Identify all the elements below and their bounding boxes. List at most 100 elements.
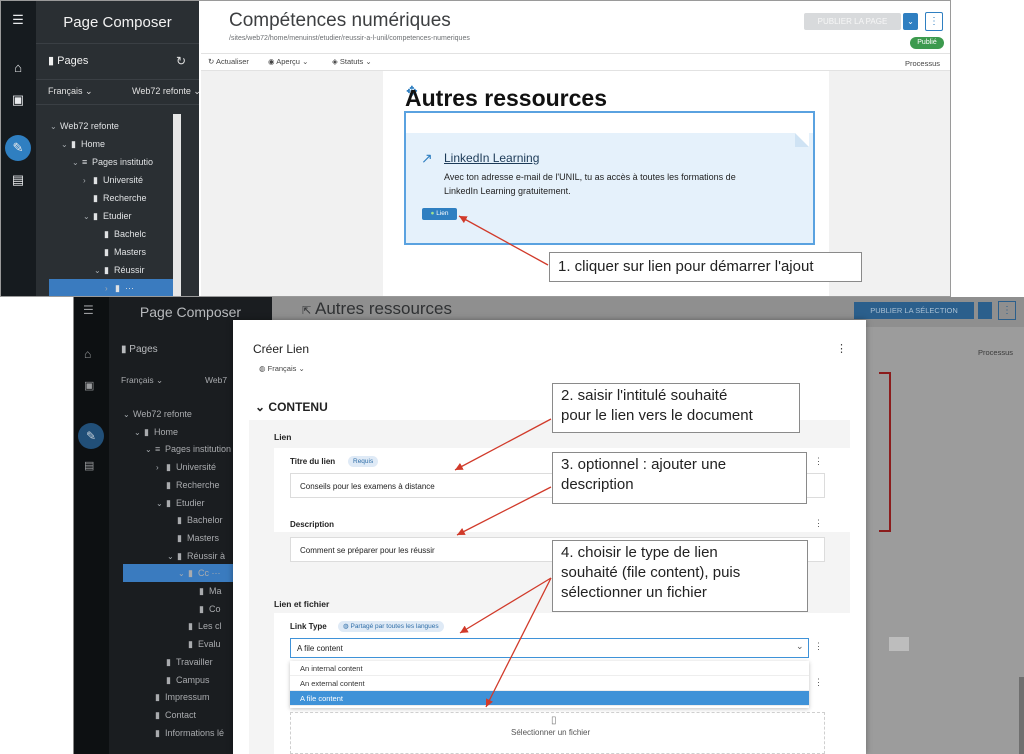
tree-item-label: ··· bbox=[125, 283, 134, 293]
chevron-down-icon[interactable]: ⌄ bbox=[83, 208, 93, 225]
language-select[interactable]: Français ⌄ bbox=[121, 375, 163, 386]
layers-icon: ◈ bbox=[332, 57, 338, 66]
chevron-down-icon[interactable]: ⌄ bbox=[61, 136, 71, 153]
option-external-content[interactable]: An external content bbox=[290, 676, 809, 691]
page-icon: ▮ bbox=[121, 344, 127, 355]
option-file-content[interactable]: A file content bbox=[290, 691, 809, 706]
chevron-down-icon[interactable]: ⌄ bbox=[72, 154, 82, 171]
field-menu-icon[interactable]: ⋮ bbox=[814, 677, 823, 688]
tree-item[interactable]: ▮ Recherche bbox=[83, 189, 173, 207]
chevron-down-icon[interactable]: ⌄ bbox=[178, 565, 188, 582]
page-icon: ▮ bbox=[93, 193, 98, 203]
chevron-down-icon[interactable]: ⌄ bbox=[167, 548, 177, 565]
tree-item[interactable]: ▮ Bachelc bbox=[94, 225, 173, 243]
card-title[interactable]: LinkedIn Learning bbox=[444, 151, 539, 165]
tree-item[interactable]: ▮ Masters bbox=[94, 243, 173, 261]
card-text: LinkedIn Learning gratuitement. bbox=[444, 186, 571, 196]
tree-item[interactable]: ⌄ ▮ Etudier bbox=[83, 207, 173, 225]
clipboard-icon[interactable]: ▣ bbox=[84, 379, 94, 392]
chevron-right-icon[interactable]: › bbox=[105, 280, 115, 296]
annotation-callout-1: 1. cliquer sur lien pour démarrer l'ajou… bbox=[549, 252, 862, 282]
language-select[interactable]: Français ⌄ bbox=[48, 86, 93, 97]
chevron-right-icon[interactable]: › bbox=[156, 459, 166, 476]
chevron-down-icon[interactable]: ⌄ bbox=[94, 262, 104, 279]
annotation-callout-3: 3. optionnel : ajouter une description bbox=[552, 452, 807, 504]
more-options-button[interactable]: ⋮ bbox=[925, 12, 943, 31]
chevron-down-icon[interactable]: ⌄ bbox=[145, 441, 155, 458]
tree-item-label: Les cl bbox=[198, 621, 222, 632]
tree-item-label: Web72 refonte bbox=[133, 409, 192, 419]
process-label[interactable]: Processus bbox=[978, 348, 1013, 357]
select-file-label[interactable]: Sélectionner un fichier bbox=[511, 728, 590, 737]
menu-icon[interactable]: ☰ bbox=[83, 303, 94, 317]
tree-item-label: Informations lé bbox=[165, 727, 225, 738]
tree-item-label: Ma bbox=[209, 586, 222, 596]
field-menu-icon[interactable]: ⋮ bbox=[814, 518, 823, 529]
edit-page-icon[interactable]: ✎ bbox=[78, 423, 104, 449]
media-icon[interactable]: ▤ bbox=[9, 171, 27, 189]
tree-item-label: Réussir à bbox=[187, 550, 226, 561]
dialog-menu-icon[interactable]: ⋮ bbox=[836, 342, 847, 355]
site-select[interactable]: Web72 refonte ⌄ bbox=[132, 86, 201, 97]
process-label[interactable]: Processus bbox=[905, 59, 940, 68]
tree-item[interactable]: ⌄ ≡ Pages institutio bbox=[72, 153, 173, 171]
chevron-down-icon[interactable]: ⌄ bbox=[796, 641, 804, 652]
chevron-down-icon: ⌄ bbox=[255, 400, 266, 414]
clipboard-icon[interactable]: ▣ bbox=[9, 91, 27, 109]
tree-item-label: Bachelor bbox=[187, 515, 223, 526]
title-field-label: Titre du lien bbox=[290, 457, 336, 466]
status-button[interactable]: ◈ Statuts ⌄ bbox=[332, 57, 372, 66]
field-menu-icon[interactable]: ⋮ bbox=[814, 641, 823, 652]
home-icon[interactable]: ⌂ bbox=[9, 59, 27, 77]
page-icon: ▮ bbox=[166, 656, 171, 667]
chevron-down-icon[interactable]: ⌄ bbox=[134, 424, 144, 441]
page-icon: ▮ bbox=[166, 462, 171, 473]
tree-item[interactable]: ⌄ ▮ Cc ··· bbox=[123, 564, 233, 583]
page-sidebar: Page Composer ▮ Pages ↻ Français ⌄ Web72… bbox=[36, 1, 201, 296]
tree-item[interactable]: ⌄ Web72 refonte bbox=[50, 117, 173, 135]
media-icon[interactable]: ▤ bbox=[84, 459, 94, 472]
field-menu-icon[interactable]: ⋮ bbox=[814, 456, 823, 467]
dialog-language-select[interactable]: ◍ Français ⌄ bbox=[259, 364, 305, 373]
site-select[interactable]: Web7 bbox=[205, 375, 227, 385]
refresh-icon[interactable]: ↻ bbox=[176, 54, 186, 68]
tree-item[interactable]: ⌄ ▮ Home bbox=[61, 135, 173, 153]
chevron-down-icon[interactable]: ⌄ bbox=[156, 495, 166, 512]
tree-scrollbar[interactable] bbox=[173, 114, 181, 296]
tree-item[interactable]: › ▮ Université bbox=[83, 171, 173, 189]
chevron-right-icon[interactable]: › bbox=[83, 172, 93, 189]
tree-item[interactable]: ⌄ ▮ Réussir bbox=[94, 261, 173, 279]
publish-selection-button[interactable]: PUBLIER LA SÉLECTION bbox=[854, 302, 974, 319]
menu-icon[interactable]: ☰ bbox=[9, 11, 27, 29]
page-icon: ▮ bbox=[155, 727, 160, 738]
edit-page-icon[interactable]: ✎ bbox=[5, 135, 31, 161]
nav-rail: ☰ ⌂ ▣ ✎ ▤ bbox=[1, 1, 36, 296]
option-internal-content[interactable]: An internal content bbox=[290, 661, 809, 676]
shared-badge: ◍ Partagé par toutes les langues bbox=[338, 621, 444, 632]
globe-icon: ◍ bbox=[343, 623, 349, 630]
refresh-button[interactable]: ↻ Actualiser bbox=[208, 57, 249, 66]
tree-item[interactable]: › ▮ ··· bbox=[49, 279, 173, 296]
link-type-options: An internal content An external content … bbox=[290, 661, 809, 708]
link-type-select[interactable]: A file content bbox=[290, 638, 809, 658]
page-path: /sites/web72/home/menuinst/etudier/reuss… bbox=[229, 35, 470, 42]
chevron-down-icon[interactable]: ⌄ bbox=[123, 406, 133, 423]
background-element bbox=[889, 637, 909, 651]
section-toggle[interactable]: ⌄ CONTENU bbox=[255, 400, 328, 414]
page-scrollbar[interactable] bbox=[1019, 677, 1024, 754]
publish-dropdown-button[interactable] bbox=[978, 302, 992, 319]
tree-item-label: Bachelc bbox=[114, 229, 147, 239]
add-link-button[interactable]: ● Lien bbox=[422, 208, 457, 220]
page-icon: ▮ bbox=[155, 692, 160, 703]
publish-dropdown-button[interactable]: ⌄ bbox=[903, 13, 918, 30]
more-options-button[interactable]: ⋮ bbox=[998, 301, 1016, 320]
nav-rail: ☰ ⌂ ▣ ✎ ▤ bbox=[74, 297, 109, 754]
annotation-callout-4: 4. choisir le type de lien souhaité (file… bbox=[552, 540, 808, 612]
preview-button[interactable]: ◉ Aperçu ⌄ bbox=[268, 57, 308, 66]
page-title: Compétences numériques bbox=[229, 10, 451, 31]
tree-item-label: Recherche bbox=[103, 193, 147, 203]
home-icon[interactable]: ⌂ bbox=[84, 347, 91, 361]
tree-item-label: Pages institution bbox=[165, 444, 232, 455]
chevron-down-icon[interactable]: ⌄ bbox=[50, 118, 60, 135]
publish-page-button[interactable]: PUBLIER LA PAGE bbox=[804, 13, 901, 30]
